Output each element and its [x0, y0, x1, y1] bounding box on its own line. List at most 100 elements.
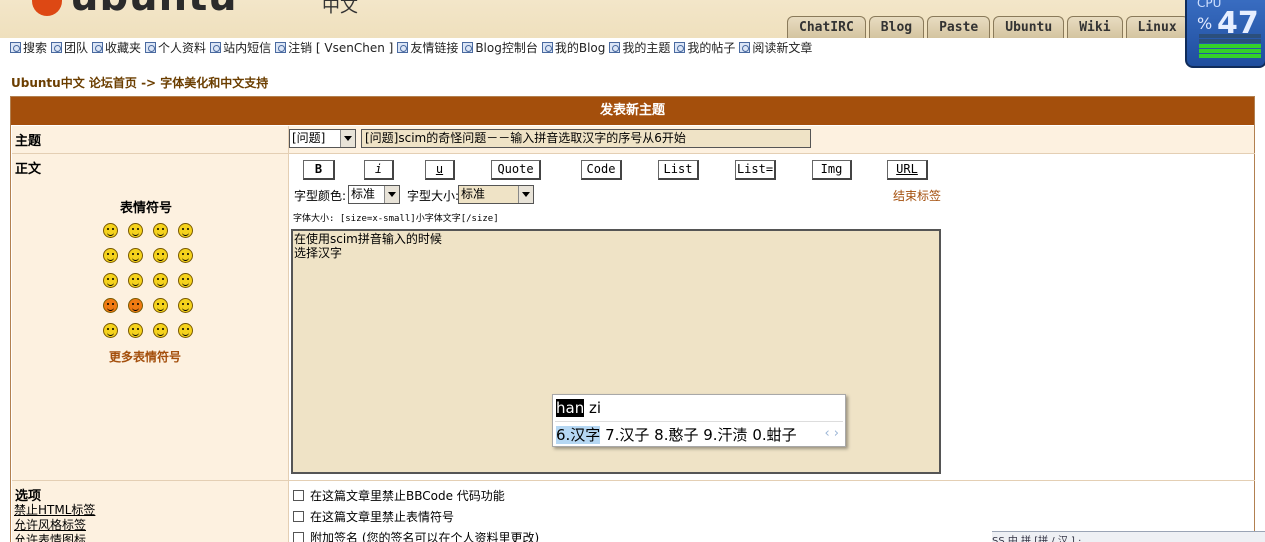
tab-blog[interactable]: Blog [868, 16, 925, 38]
laughing-icon[interactable] [178, 248, 193, 263]
option-smilies-enabled: 允许表情图标 [14, 533, 87, 542]
sad-icon[interactable] [153, 223, 168, 238]
cpu-level-bars [1199, 34, 1261, 59]
ime-preedit: han zi [556, 399, 602, 417]
form-title: 发表新主题 [11, 97, 1254, 125]
blog-icon [541, 42, 553, 53]
profile-icon [145, 42, 157, 53]
mad-icon[interactable] [103, 273, 118, 288]
font-size-select[interactable]: 标准 [458, 185, 534, 204]
breadcrumb-separator: -> [136, 76, 161, 90]
chevron-down-icon [384, 186, 399, 203]
attach-signature-option[interactable]: 附加签名 (您的签名可以在个人资料里更改) [293, 529, 539, 542]
crying-icon[interactable] [178, 273, 193, 288]
subject-label: 主题 [12, 126, 288, 153]
evil-icon[interactable] [103, 298, 118, 313]
breadcrumb-current[interactable]: 字体美化和中文支持 [160, 76, 268, 90]
disable-smilies-checkbox[interactable] [293, 511, 304, 522]
nav-profile[interactable]: 个人资料 [145, 39, 206, 56]
nav-my-posts[interactable]: 我的帖子 [674, 39, 735, 56]
wink-icon[interactable] [178, 298, 193, 313]
new-posts-icon [739, 42, 751, 53]
embarrassed-icon[interactable] [153, 273, 168, 288]
nav-messages[interactable]: 站内短信 [210, 39, 271, 56]
nav-blog-console[interactable]: Blog控制台 [462, 39, 538, 56]
twisted-icon[interactable] [128, 298, 143, 313]
list-button[interactable]: List [658, 160, 699, 180]
tab-paste[interactable]: Paste [927, 16, 991, 38]
disable-bbcode-option[interactable]: 在这篇文章里禁止BBCode 代码功能 [293, 487, 505, 504]
cool-icon[interactable] [153, 248, 168, 263]
tab-wiki[interactable]: Wiki [1067, 16, 1123, 38]
site-tabs: ChatIRC Blog Paste Ubuntu Wiki Linux [787, 16, 1189, 38]
rolleyes-icon[interactable] [153, 298, 168, 313]
chevron-down-icon [340, 130, 355, 147]
site-header: ubuntu 中文 ChatIRC Blog Paste Ubuntu Wiki… [0, 0, 1265, 38]
favorites-icon [92, 42, 104, 53]
logout-icon [275, 42, 287, 53]
shocked-icon[interactable] [103, 248, 118, 263]
ime-candidate-list[interactable]: 6.汉字 7.汉子 8.憨子 9.汗渍 0.蚶子 [556, 424, 797, 445]
italic-button[interactable]: i [364, 160, 394, 180]
nav-new-posts[interactable]: 阅读新文章 [739, 39, 812, 56]
nav-search[interactable]: 搜索 [10, 39, 47, 56]
code-button[interactable]: Code [581, 160, 622, 180]
disable-bbcode-checkbox[interactable] [293, 490, 304, 501]
nav-friend-links[interactable]: 友情链接 [397, 39, 458, 56]
surprised-icon[interactable] [178, 223, 193, 238]
cpu-monitor-widget[interactable]: CPU % 47 [1185, 0, 1265, 68]
blog-console-icon [462, 42, 474, 53]
disable-smilies-option[interactable]: 在这篇文章里禁止表情符号 [293, 508, 454, 525]
idea-icon[interactable] [153, 323, 168, 338]
more-smilies-link[interactable]: 更多表情符号 [109, 348, 181, 365]
message-line: 选择汉字 [294, 246, 343, 260]
nav-my-blog[interactable]: 我的Blog [541, 39, 605, 56]
quote-button[interactable]: Quote [491, 160, 541, 180]
attach-signature-checkbox[interactable] [293, 532, 304, 542]
font-size-label: 字型大小: [407, 189, 460, 203]
tab-ubuntu[interactable]: Ubuntu [993, 16, 1065, 38]
nav-my-topics[interactable]: 我的主题 [609, 39, 670, 56]
site-logo-cn: 中文 [322, 0, 358, 17]
topics-icon [609, 42, 621, 53]
search-icon [10, 42, 21, 53]
input-method-toolbar[interactable]: SS 中 拼 [拼 / 汉 ] ·, [992, 531, 1265, 542]
underline-button[interactable]: u [425, 160, 455, 180]
close-tags-link[interactable]: 结束标签 [893, 187, 941, 204]
image-button[interactable]: Img [812, 160, 852, 180]
forum-nav-links: 搜索 团队 收藏夹 个人资料 站内短信 注销 [ VsenChen ] 友情链接… [10, 39, 816, 56]
ime-page-arrows-icon[interactable]: ‹ › [824, 426, 839, 441]
message-line: 在使用scim拼音输入的时候 [294, 232, 442, 246]
arrow-icon[interactable] [178, 323, 193, 338]
ordered-list-button[interactable]: List= [735, 160, 776, 180]
bold-button[interactable]: B [303, 160, 335, 180]
smile-icon[interactable] [103, 223, 118, 238]
font-color-select[interactable]: 标准 [348, 185, 400, 204]
razz-icon[interactable] [128, 273, 143, 288]
grin-icon[interactable] [128, 223, 143, 238]
site-logo[interactable]: ubuntu [30, 0, 238, 20]
subject-input[interactable]: [问题]scim的奇怪问题－－输入拼音选取汉字的序号从6开始 [361, 129, 811, 148]
nav-team[interactable]: 团队 [51, 39, 88, 56]
subject-prefix-select[interactable]: [问题] [289, 129, 356, 148]
link-icon [397, 42, 409, 53]
team-icon [51, 42, 63, 53]
cpu-percent-sign: % [1197, 14, 1213, 33]
confused-icon[interactable] [128, 248, 143, 263]
breadcrumb-home[interactable]: Ubuntu中文 论坛首页 [11, 76, 137, 90]
url-button[interactable]: URL [887, 160, 928, 180]
question-icon[interactable] [128, 323, 143, 338]
ime-candidate-selected[interactable]: 6.汉字 [556, 426, 601, 444]
posts-icon [674, 42, 686, 53]
help-text: 字体大小: [size=x-small]小字体文字[/size] [293, 214, 499, 224]
tab-linux[interactable]: Linux [1125, 16, 1189, 38]
nav-favorites[interactable]: 收藏夹 [92, 39, 141, 56]
exclamation-icon[interactable] [103, 323, 118, 338]
chevron-down-icon [518, 186, 533, 203]
nav-logout[interactable]: 注销 [ VsenChen ] [275, 39, 393, 56]
breadcrumb: Ubuntu中文 论坛首页 -> 字体美化和中文支持 [11, 74, 268, 91]
ime-candidate-rest[interactable]: 7.汉子 8.憨子 9.汗渍 0.蚶子 [600, 426, 797, 444]
ime-candidate-window[interactable]: han zi 6.汉字 7.汉子 8.憨子 9.汗渍 0.蚶子 ‹ › [552, 394, 846, 447]
message-icon [210, 42, 222, 53]
tab-chatirc[interactable]: ChatIRC [787, 16, 866, 38]
